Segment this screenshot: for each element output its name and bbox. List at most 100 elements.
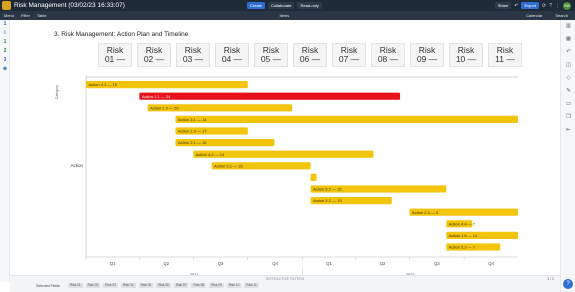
copy-icon[interactable]: ❐ — [561, 111, 575, 124]
filter-chips: Risk 01 Risk 02 Risk 03 Risk 04 Risk 05 Risk … — [68, 283, 259, 288]
risk-card-value: 06 — — [299, 54, 321, 64]
chart-icon[interactable]: ▥ — [561, 20, 575, 33]
refresh-icon[interactable]: ⟳ — [542, 3, 546, 9]
right-rail: ▥ ▦ ↶ ◫ ◇ ✎ ▭ ❐ ⇤ ? — [560, 20, 575, 292]
filter-chip[interactable]: Risk 09 — [209, 283, 224, 288]
gantt-bar-label: Action 1.2 — 20 — [150, 105, 179, 110]
filter-chip[interactable]: Risk 01 — [68, 283, 83, 288]
risk-card-10[interactable]: Risk 10 — — [449, 43, 483, 67]
selections-label: INTERACTIVE FILTERS — [265, 277, 305, 281]
y-axis-title: Category — [55, 85, 59, 99]
gantt-bar-label: Action 3.1 — 14 — [178, 117, 207, 122]
collaborate-button[interactable]: Collaborate — [268, 2, 295, 9]
app-title-bar: Risk Management (03/02/23 16:33:07) Crea… — [0, 0, 575, 11]
filter-chip[interactable]: Risk 07 — [173, 283, 189, 288]
risk-card-09[interactable]: Risk 09 — — [410, 43, 444, 67]
risk-card-value: 04 — — [221, 54, 243, 64]
filter-chip[interactable]: Risk 11 — [244, 283, 259, 288]
risk-card-value: 09 — — [416, 54, 438, 64]
gantt-bar-label: Action 2.2 — 13 — [313, 198, 342, 203]
gantt-bar-label: Action 5.3 — 7 — [449, 245, 476, 250]
x-tick-label: Q4 — [272, 261, 278, 266]
app-logo — [2, 1, 11, 10]
help-icon[interactable]: ? — [549, 3, 552, 9]
tag-icon[interactable]: ◇ — [561, 72, 575, 85]
pencil-icon[interactable]: ✎ — [561, 85, 575, 98]
selections-name: Selected Fields — [36, 284, 60, 288]
risk-kpi-row: Risk 01 — Risk 02 — Risk 03 — Risk 04 — Risk 05 —… — [98, 43, 522, 67]
menu-button[interactable]: Menu — [4, 13, 14, 18]
table-icon[interactable]: ▦ — [561, 33, 575, 46]
risk-card-06[interactable]: Risk 06 — — [293, 43, 327, 67]
filter-chip[interactable]: Risk 10 — [226, 283, 242, 288]
add-icon[interactable]: ⊕ — [0, 65, 10, 74]
filter-chip[interactable]: Risk 03 — [103, 283, 118, 288]
risk-card-01[interactable]: Risk 01 — — [98, 43, 132, 67]
avatar[interactable]: SW — [563, 1, 571, 10]
x-tick-label: Q2 — [380, 261, 386, 266]
gantt-bar-label: Action 4.2 — 14 — [196, 152, 225, 157]
top-actions: Create Collaborate Read-only — [247, 2, 322, 9]
search-button[interactable]: Search — [555, 13, 568, 18]
top-right-actions: Share ↶ Export ⟳ ? ⋮ SW — [494, 1, 571, 10]
rail-item-section-2[interactable]: 2 — [0, 47, 10, 56]
page-title: 3. Risk Management: Action Plan and Time… — [54, 31, 189, 38]
layers-icon[interactable]: ◫ — [561, 59, 575, 72]
risk-card-value: 11 — — [495, 54, 515, 64]
gantt-bar-label: Action 1.1 — 24 — [142, 94, 171, 99]
read-only-button[interactable]: Read-only — [297, 2, 322, 9]
risk-card-07[interactable]: Risk 07 — — [332, 43, 366, 67]
filter-button[interactable]: Filter — [21, 13, 30, 18]
x-tick-label: Q2 — [163, 261, 169, 266]
share-button[interactable]: Share — [494, 2, 512, 9]
undo-icon[interactable]: ↶ — [561, 46, 575, 59]
risk-card-value: 05 — — [260, 54, 282, 64]
risk-card-11[interactable]: Risk 11 — — [488, 43, 522, 67]
risk-card-08[interactable]: Risk 08 — — [371, 43, 405, 67]
filter-chip[interactable]: Risk 02 — [85, 283, 101, 288]
gantt-bar-label: Action 2.1 — 16 — [178, 140, 207, 145]
x-tick-label: Q1 — [326, 261, 332, 266]
risk-card-05[interactable]: Risk 05 — — [254, 43, 288, 67]
risk-card-04[interactable]: Risk 04 — — [215, 43, 249, 67]
app-title: Risk Management (03/02/23 16:33:07) — [14, 2, 125, 9]
rail-item-section-1[interactable]: 1 — [0, 38, 10, 47]
y-category-label: Action — [70, 163, 83, 168]
risk-card-02[interactable]: Risk 02 — — [137, 43, 171, 67]
x-tick-label: Q3 — [218, 261, 224, 266]
grid-icon[interactable]: ⋮ — [555, 3, 560, 9]
rail-item-info[interactable]: i — [0, 29, 10, 38]
comment-icon[interactable]: ▭ — [561, 98, 575, 111]
risk-card-value: 08 — — [377, 54, 399, 64]
gantt-bar[interactable] — [310, 173, 317, 181]
undo-icon[interactable]: ↶ — [514, 3, 518, 9]
risk-card-value: 03 — — [182, 54, 204, 64]
gantt-bar[interactable] — [139, 92, 401, 100]
create-button[interactable]: Create — [247, 2, 266, 9]
items-button[interactable]: Items — [279, 13, 289, 18]
help-icon[interactable]: ? — [563, 279, 573, 289]
filter-chip[interactable]: Risk 04 — [120, 283, 136, 288]
x-tick-label: Q3 — [434, 261, 440, 266]
table-button[interactable]: Table — [37, 13, 47, 18]
filter-chip[interactable]: Risk 05 — [138, 283, 154, 288]
toolbar: Menu Filter Table Items Calendar Search — [0, 11, 575, 20]
filter-chip[interactable]: Risk 08 — [191, 283, 207, 288]
selections-bar: INTERACTIVE FILTERS Selected Fields Risk… — [10, 275, 560, 292]
gantt-bar[interactable] — [175, 115, 518, 123]
filter-chip[interactable]: Risk 06 — [156, 283, 171, 288]
rail-item-section-3[interactable]: 3 — [0, 56, 10, 65]
calendar-button[interactable]: Calendar — [526, 13, 542, 18]
sheet-canvas: 3. Risk Management: Action Plan and Time… — [10, 20, 560, 285]
collapse-icon[interactable]: ⇤ — [561, 124, 575, 137]
gantt-bar-label: Action 2.3 — 9 — [412, 210, 439, 215]
gantt-bar-label: Action 4.4 — 7 — [449, 221, 476, 226]
risk-card-value: 07 — — [338, 54, 360, 64]
risk-card-03[interactable]: Risk 03 — — [176, 43, 210, 67]
rail-item-1[interactable]: 1 — [0, 20, 10, 29]
gantt-bar-label: Action 1.6 — 14 — [449, 233, 478, 238]
gantt-bar-label: Action 5.1 — 15 — [214, 163, 243, 168]
export-button[interactable]: Export — [521, 2, 540, 9]
gantt-bar-label: Action 5.2 — 15 — [313, 187, 342, 192]
page-indicator: 1 / 1 — [547, 277, 554, 281]
